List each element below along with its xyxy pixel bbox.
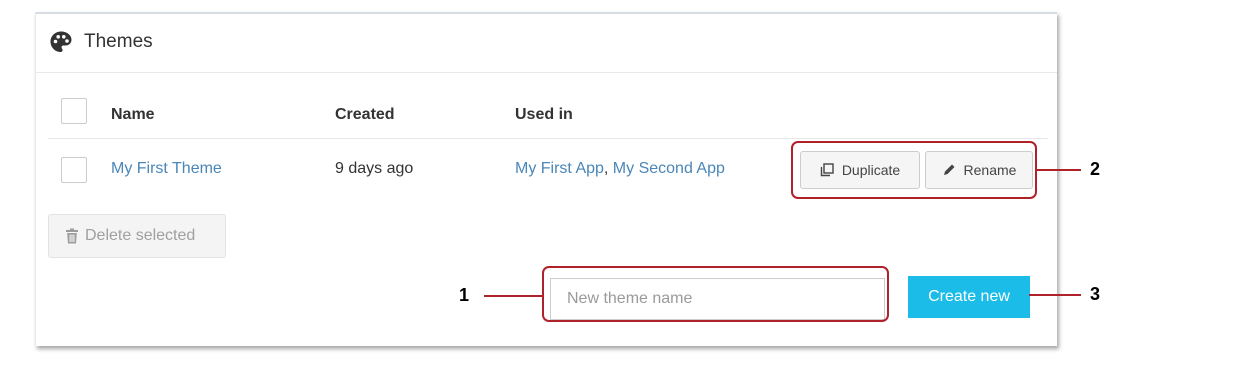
panel-title: Themes: [84, 31, 153, 52]
theme-created-date: 9 days ago: [335, 160, 414, 177]
callout-line-2: [1037, 169, 1081, 171]
used-in-app-link[interactable]: My First App: [515, 160, 604, 177]
used-in-cell: My First App, My Second App: [515, 160, 725, 178]
panel-header: Themes: [36, 14, 1057, 73]
select-all-checkbox[interactable]: [61, 98, 87, 124]
row-checkbox[interactable]: [61, 157, 87, 183]
trash-icon: [66, 228, 78, 244]
used-in-app-link[interactable]: My Second App: [613, 160, 725, 177]
callout-number-3: 3: [1090, 284, 1101, 304]
palette-icon: [50, 31, 72, 52]
callout-line-1: [484, 295, 542, 297]
column-header-created: Created: [335, 106, 395, 123]
theme-name-link[interactable]: My First Theme: [111, 160, 222, 178]
delete-selected-button[interactable]: Delete selected: [48, 214, 226, 258]
used-in-separator: ,: [603, 160, 613, 177]
callout-line-3: [1029, 294, 1081, 296]
callout-number-2: 2: [1090, 159, 1101, 179]
callout-number-1: 1: [459, 285, 470, 305]
table-header-divider: [48, 138, 1048, 139]
callout-box-row-actions: [791, 141, 1037, 199]
callout-box-input: [542, 266, 889, 322]
column-header-name: Name: [111, 106, 155, 123]
create-new-button[interactable]: Create new: [908, 276, 1030, 318]
column-header-used-in: Used in: [515, 106, 573, 123]
delete-selected-label: Delete selected: [85, 227, 196, 244]
